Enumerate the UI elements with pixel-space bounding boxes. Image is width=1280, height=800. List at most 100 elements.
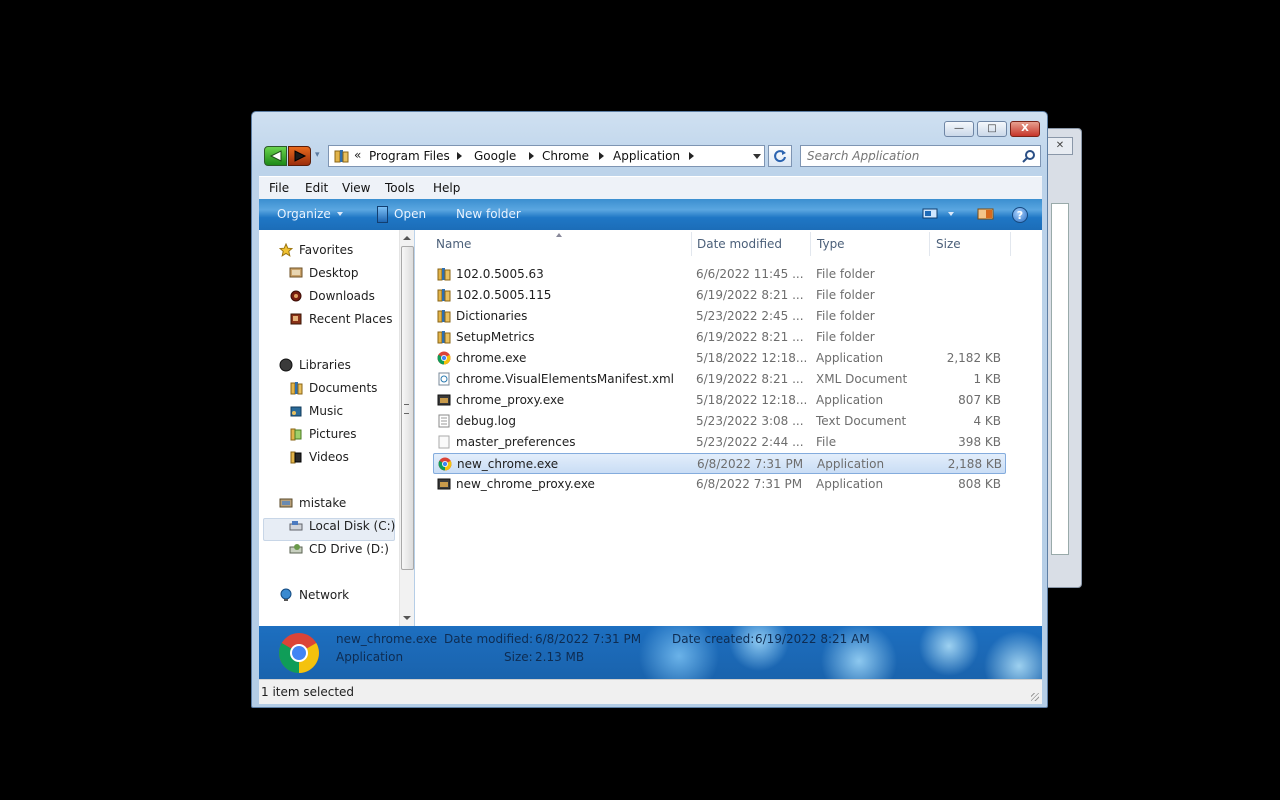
file-name: chrome_proxy.exe <box>456 393 565 407</box>
file-type: File folder <box>816 267 875 281</box>
column-divider[interactable] <box>929 232 930 256</box>
file-date-modified: 6/19/2022 8:21 ... <box>696 372 804 386</box>
address-history-dropdown-icon[interactable] <box>753 154 761 159</box>
menu-help[interactable]: Help <box>433 181 460 195</box>
file-size: 807 KB <box>958 393 1001 407</box>
file-row[interactable]: 102.0.5005.63 6/6/2022 11:45 ... File fold… <box>433 264 1006 285</box>
organize-dropdown-icon[interactable] <box>337 212 343 216</box>
navigation-scrollbar[interactable] <box>399 230 414 626</box>
file-name: chrome.VisualElementsManifest.xml <box>456 372 675 386</box>
file-row[interactable]: master_preferences 5/23/2022 2:44 ... File… <box>433 432 1006 453</box>
minimize-button[interactable]: — <box>944 121 974 137</box>
file-type: File folder <box>816 288 875 302</box>
column-divider[interactable] <box>691 232 692 256</box>
file-type: File folder <box>816 309 875 323</box>
command-bar: Organize Open New folder ? <box>259 199 1042 230</box>
scroll-up-icon[interactable] <box>403 236 411 240</box>
file-date-modified: 6/19/2022 8:21 ... <box>696 330 804 344</box>
view-options-dropdown-icon[interactable] <box>948 212 954 216</box>
file-row[interactable]: Dictionaries 5/23/2022 2:45 ... File folde… <box>433 306 1006 327</box>
breadcrumb-chrome[interactable]: Chrome <box>542 149 589 163</box>
file-size: 398 KB <box>958 435 1001 449</box>
file-size: 2,182 KB <box>946 351 1001 365</box>
address-bar[interactable]: « Program Files Google Chrome Applicatio… <box>328 145 765 167</box>
file-row[interactable]: new_chrome.exe 6/8/2022 7:31 PM Applicatio… <box>433 453 1006 474</box>
open-button[interactable]: Open <box>394 207 426 221</box>
app-icon <box>437 394 451 406</box>
chrome-icon <box>279 633 319 673</box>
menu-tools[interactable]: Tools <box>385 181 415 195</box>
file-row[interactable]: chrome_proxy.exe 5/18/2022 12:18... Applic… <box>433 390 1006 411</box>
desktop-icon <box>289 267 303 278</box>
file-row[interactable]: chrome.VisualElementsManifest.xml 6/19/20… <box>433 369 1006 390</box>
chrome-icon <box>438 457 452 471</box>
status-text: 1 item selected <box>261 685 355 699</box>
resize-grip-icon[interactable] <box>1031 693 1039 701</box>
recent-pages-dropdown-icon[interactable]: ▾ <box>315 150 320 160</box>
details-size-value: 2.13 MB <box>535 650 585 664</box>
file-name: 102.0.5005.115 <box>456 288 552 302</box>
file-type: Text Document <box>816 414 907 428</box>
address-overflow-chevrons[interactable]: « <box>354 148 361 162</box>
column-type[interactable]: Type <box>817 237 845 251</box>
menu-view[interactable]: View <box>342 181 370 195</box>
search-box[interactable] <box>800 145 1041 167</box>
menu-edit[interactable]: Edit <box>305 181 328 195</box>
new-folder-button[interactable]: New folder <box>456 207 521 221</box>
file-date-modified: 6/8/2022 7:31 PM <box>697 457 804 471</box>
background-window-close-icon[interactable]: ✕ <box>1047 137 1073 155</box>
breadcrumb-separator-icon[interactable] <box>529 152 534 160</box>
file-type: File folder <box>816 330 875 344</box>
breadcrumb-separator-icon[interactable] <box>599 152 604 160</box>
file-row[interactable]: chrome.exe 5/18/2022 12:18... Application 2… <box>433 348 1006 369</box>
column-divider[interactable] <box>810 232 811 256</box>
breadcrumb-application[interactable]: Application <box>613 149 680 163</box>
file-type: Application <box>816 351 884 365</box>
change-view-icon[interactable] <box>922 208 940 220</box>
file-row[interactable]: new_chrome_proxy.exe 6/8/2022 7:31 PM Appl… <box>433 474 1006 495</box>
file-size: 2,188 KB <box>947 457 1002 471</box>
forward-arrow-icon <box>294 150 307 162</box>
breadcrumb-google[interactable]: Google <box>474 149 516 163</box>
videos-icon <box>290 451 302 464</box>
scroll-down-icon[interactable] <box>403 616 411 620</box>
file-date-modified: 6/8/2022 7:31 PM <box>696 477 803 491</box>
details-created-label: Date created: <box>672 632 755 646</box>
back-button[interactable] <box>264 146 287 166</box>
search-icon[interactable] <box>1022 149 1036 163</box>
xml-file-icon <box>438 372 450 386</box>
preview-pane-icon[interactable] <box>977 208 995 221</box>
folder-icon <box>334 150 349 163</box>
file-type: XML Document <box>816 372 908 386</box>
refresh-icon <box>774 150 786 163</box>
file-icon <box>438 435 450 449</box>
forward-button[interactable] <box>288 146 311 166</box>
file-size: 4 KB <box>973 414 1001 428</box>
file-date-modified: 5/18/2022 12:18... <box>696 393 808 407</box>
column-date-modified[interactable]: Date modified <box>697 237 782 251</box>
details-created-value: 6/19/2022 8:21 AM <box>755 632 870 646</box>
app-icon <box>437 478 451 490</box>
file-row[interactable]: debug.log 5/23/2022 3:08 ... Text Document… <box>433 411 1006 432</box>
file-name: SetupMetrics <box>456 330 535 344</box>
file-row[interactable]: 102.0.5005.115 6/19/2022 8:21 ... File fol… <box>433 285 1006 306</box>
column-divider[interactable] <box>1010 232 1011 256</box>
organize-button[interactable]: Organize <box>277 207 331 221</box>
file-row[interactable]: SetupMetrics 6/19/2022 8:21 ... File folde… <box>433 327 1006 348</box>
maximize-button[interactable]: □ <box>977 121 1007 137</box>
folder-icon <box>437 310 451 323</box>
breadcrumb-separator-icon[interactable] <box>689 152 694 160</box>
search-input[interactable] <box>807 148 1017 164</box>
file-date-modified: 5/18/2022 12:18... <box>696 351 808 365</box>
column-name[interactable]: Name <box>436 237 471 251</box>
back-arrow-icon <box>269 150 282 162</box>
breadcrumb-separator-icon[interactable] <box>457 152 462 160</box>
column-size[interactable]: Size <box>936 237 961 251</box>
file-date-modified: 5/23/2022 2:45 ... <box>696 309 804 323</box>
breadcrumb-program-files[interactable]: Program Files <box>369 149 450 163</box>
close-button[interactable]: X <box>1010 121 1040 137</box>
menu-file[interactable]: File <box>269 181 289 195</box>
refresh-button[interactable] <box>768 145 792 167</box>
folder-icon <box>437 289 451 302</box>
help-icon[interactable]: ? <box>1012 207 1028 223</box>
